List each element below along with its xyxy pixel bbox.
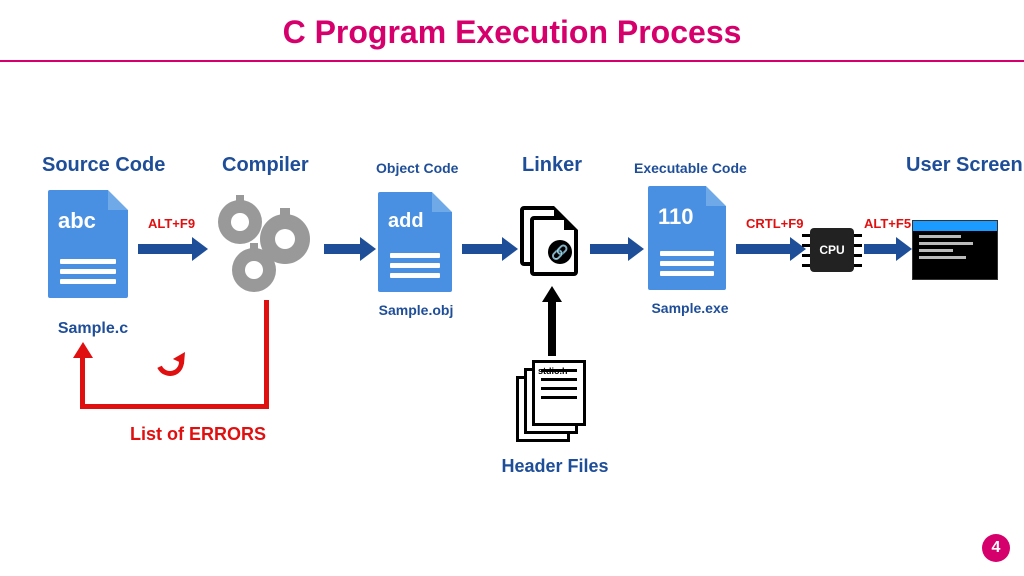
slide-title: C Program Execution Process (0, 0, 1024, 51)
arrow-source-to-compiler (138, 244, 194, 254)
label-compiler: Compiler (222, 154, 309, 177)
executable-file-icon: 110 (648, 186, 726, 290)
title-rule (0, 60, 1024, 62)
header-files-icon: stdio.h (516, 360, 586, 444)
label-object-code: Object Code (376, 160, 458, 176)
doc-lines-icon (390, 248, 440, 278)
hotkey-run: CRTL+F9 (746, 216, 803, 231)
label-errors: List of ERRORS (130, 424, 266, 445)
label-source-code: Source Code (42, 154, 165, 177)
compiler-gears-icon (214, 196, 316, 296)
arrow-linker-to-executable (590, 244, 630, 254)
terminal-icon (912, 220, 998, 280)
label-executable-code: Executable Code (634, 160, 747, 176)
arrow-compiler-to-object (324, 244, 362, 254)
arrow-cpu-to-screen (864, 244, 898, 254)
linker-icon: 🔗 (520, 206, 580, 282)
label-linker: Linker (522, 154, 582, 177)
header-file-example: stdio.h (538, 366, 568, 376)
source-file-icon: abc (48, 190, 128, 298)
page-number-badge: 4 (982, 534, 1010, 562)
cpu-icon: CPU (810, 228, 854, 272)
arrow-executable-to-cpu (736, 244, 792, 254)
doc-lines-icon (60, 254, 116, 284)
caption-object: Sample.obj (366, 302, 466, 318)
object-file-icon: add (378, 192, 452, 292)
error-path-up (80, 356, 85, 408)
error-path-across (80, 404, 269, 409)
caption-executable: Sample.exe (640, 300, 740, 316)
link-chain-icon: 🔗 (548, 240, 572, 264)
error-path-down (264, 300, 269, 408)
source-file-text: abc (58, 208, 96, 234)
hotkey-view: ALT+F5 (864, 216, 911, 231)
arrow-headers-to-linker (548, 300, 556, 356)
cpu-label: CPU (819, 243, 844, 257)
arrow-object-to-linker (462, 244, 504, 254)
doc-lines-icon (660, 246, 714, 276)
executable-file-text: 110 (658, 204, 694, 230)
hotkey-compile: ALT+F9 (148, 216, 195, 231)
caption-source: Sample.c (48, 320, 138, 338)
redo-icon (152, 344, 188, 380)
label-header-files: Header Files (490, 456, 620, 477)
object-file-text: add (388, 210, 424, 233)
label-user-screen: User Screen (906, 154, 1023, 177)
